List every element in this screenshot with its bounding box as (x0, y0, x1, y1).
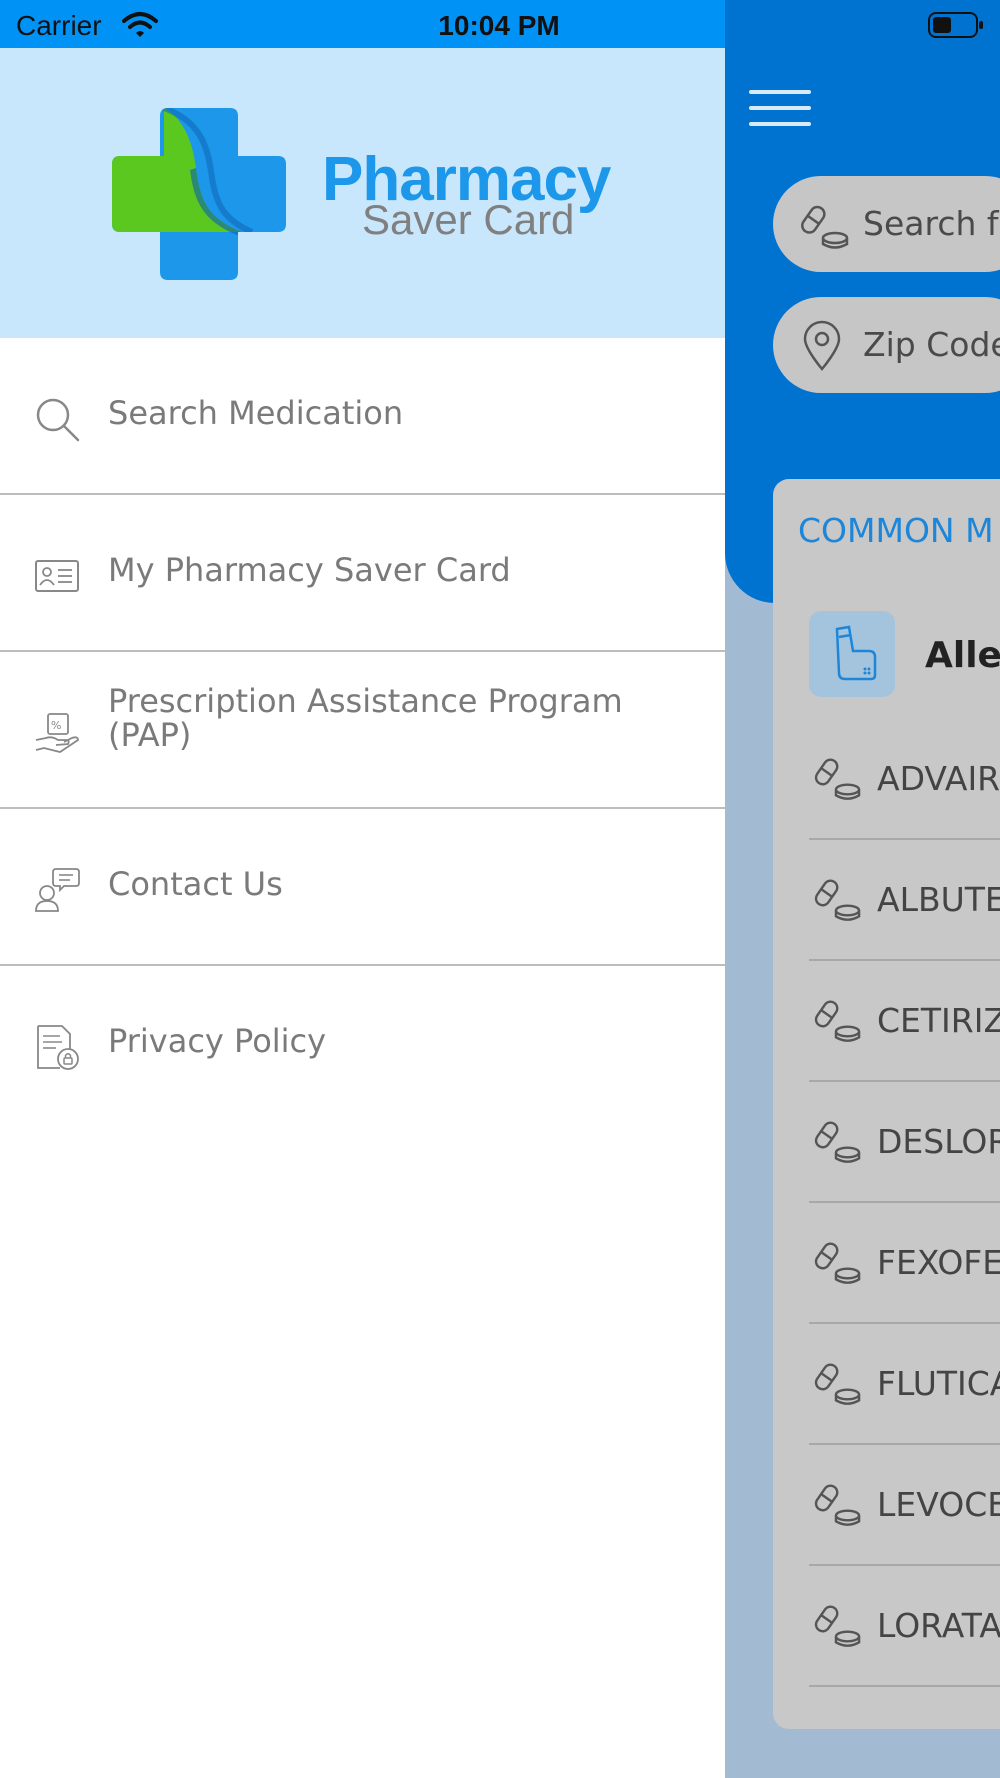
pill-icon (814, 1242, 861, 1284)
medication-name: ADVAIR (877, 759, 1000, 798)
medication-name: FEXOFE (877, 1243, 1000, 1282)
drawer-header: Pharmacy Saver Card (0, 48, 725, 338)
battery-icon (928, 12, 983, 38)
hand-percent-icon: % (35, 713, 79, 753)
pill-icon (814, 1000, 861, 1042)
inhaler-icon (835, 625, 877, 681)
pill-icon (814, 1605, 861, 1647)
medication-item[interactable]: DESLOR (809, 1082, 1000, 1203)
menu-item-label: Privacy Policy (108, 1022, 327, 1060)
medication-item[interactable]: ALBUTE (809, 840, 1000, 961)
location-pin-icon (803, 320, 841, 371)
pill-icon (814, 1121, 861, 1163)
menu-item-contact-us[interactable]: Contact Us (0, 809, 725, 966)
pill-icon (814, 1484, 861, 1526)
menu-item-my-card[interactable]: My Pharmacy Saver Card (0, 495, 725, 652)
medication-name: LEVOCE (877, 1485, 1000, 1524)
hamburger-menu-icon[interactable] (749, 90, 811, 126)
common-medications-card: COMMON M Aller ADVAIR ALBUTE CETIRIZ (773, 479, 1000, 1729)
medication-name: FLUTICA (877, 1364, 1000, 1403)
medication-search-input[interactable]: Search fo (773, 176, 1000, 272)
medication-name: ALBUTE (877, 880, 1000, 919)
support-chat-icon (35, 868, 80, 912)
status-bar: Carrier 10:04 PM (0, 0, 1000, 48)
search-placeholder: Search fo (863, 204, 1000, 243)
document-lock-icon (37, 1025, 79, 1070)
menu-item-label: Search Medication (108, 394, 404, 432)
zip-code-input[interactable]: Zip Code (773, 297, 1000, 393)
medication-item[interactable]: FEXOFE (809, 1203, 1000, 1324)
menu-item-label: My Pharmacy Saver Card (108, 551, 511, 589)
medication-name: LORATA (877, 1606, 1000, 1645)
navigation-drawer: Pharmacy Saver Card Search Medication My… (0, 48, 725, 1778)
menu-item-search-medication[interactable]: Search Medication (0, 338, 725, 495)
pill-icon (814, 758, 861, 800)
wifi-icon (122, 12, 158, 37)
medication-item[interactable]: LORATA (809, 1566, 1000, 1687)
medication-item[interactable]: LEVOCE (809, 1445, 1000, 1566)
medication-item[interactable]: FLUTICA (809, 1324, 1000, 1445)
medication-item[interactable]: CETIRIZ (809, 961, 1000, 1082)
carrier-label: Carrier (16, 10, 102, 41)
section-title: COMMON M (798, 511, 994, 550)
menu-item-label: Contact Us (108, 865, 283, 903)
medication-list: ADVAIR ALBUTE CETIRIZ DESLOR FEXOFE FLUT… (809, 719, 1000, 1687)
pharmacy-cross-logo (112, 108, 286, 280)
allergy-category-tile[interactable] (809, 611, 895, 697)
main-app-background: Search fo Zip Code COMMON M Aller ADVAIR (725, 48, 1000, 1778)
menu-item-label: Prescription Assistance Program (PAP) (108, 682, 623, 754)
pill-icon (814, 879, 861, 921)
id-card-icon (35, 560, 79, 592)
zip-placeholder: Zip Code (863, 325, 1000, 364)
pill-icon (814, 1363, 861, 1405)
medication-name: CETIRIZ (877, 1001, 1000, 1040)
search-icon (36, 398, 80, 442)
pill-icon (801, 205, 849, 249)
medication-name: DESLOR (877, 1122, 1000, 1161)
status-bar-left (0, 0, 725, 48)
brand-subtitle: Saver Card (362, 196, 575, 243)
drawer-menu: Search Medication My Pharmacy Saver Card… (0, 338, 725, 1123)
menu-item-privacy-policy[interactable]: Privacy Policy (0, 966, 725, 1123)
category-label: Aller (925, 635, 1000, 676)
svg-text:%: % (51, 719, 61, 732)
medication-item[interactable]: ADVAIR (809, 719, 1000, 840)
menu-item-prescription-assistance[interactable]: % Prescription Assistance Program (PAP) (0, 652, 725, 809)
